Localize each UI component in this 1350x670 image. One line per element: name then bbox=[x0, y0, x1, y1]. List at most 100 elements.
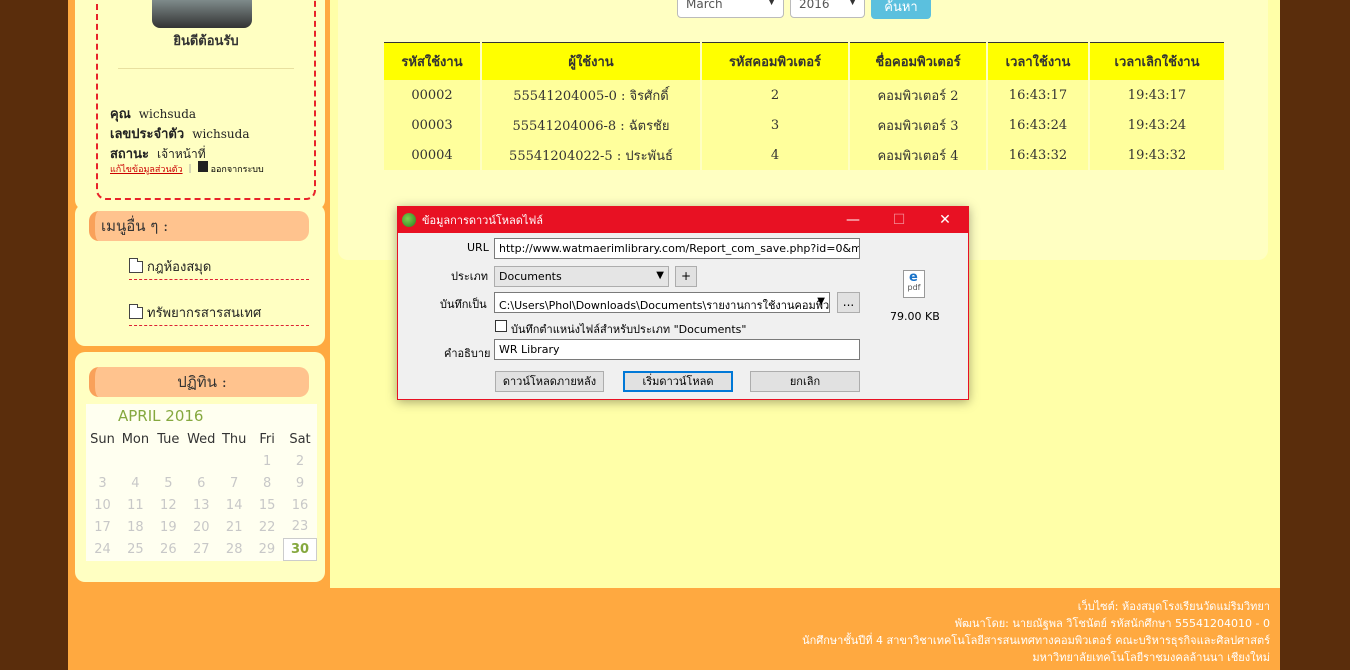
calendar-weekday: Tue bbox=[157, 431, 180, 447]
calendar-day[interactable]: 27 bbox=[185, 538, 218, 560]
search-button[interactable]: ค้นหา bbox=[871, 0, 931, 19]
description-field[interactable]: WR Library bbox=[494, 339, 860, 360]
save-as-label: บันทึกเป็น bbox=[440, 298, 487, 311]
close-button[interactable]: ✕ bbox=[922, 207, 968, 233]
type-select-value: Documents bbox=[499, 270, 562, 283]
url-field[interactable]: http://www.watmaerimlibrary.com/Report_c… bbox=[494, 238, 860, 259]
table-cell: 55541204022-5 : ประพันธ์ bbox=[482, 140, 700, 170]
calendar-day[interactable]: 17 bbox=[86, 516, 119, 538]
table-cell: 16:43:24 bbox=[988, 110, 1088, 140]
footer-line: มหาวิทยาลัยเทคโนโลยีราชมงคลล้านนา เชียงใ… bbox=[1032, 651, 1270, 664]
divider bbox=[118, 68, 294, 69]
dialog-titlebar: ข้อมูลการดาวน์โหลดไฟล์ — ☐ ✕ bbox=[398, 207, 968, 233]
save-path-select[interactable]: C:\Users\Phol\Downloads\Documents\รายงาน… bbox=[494, 292, 830, 313]
calendar-day[interactable]: 7 bbox=[218, 472, 251, 494]
table-cell: 16:43:32 bbox=[988, 140, 1088, 170]
menu-item-label: ทรัพยากรสารสนเทศ bbox=[147, 306, 262, 321]
calendar-day[interactable]: 22 bbox=[251, 516, 284, 538]
calendar-day bbox=[119, 450, 152, 472]
calendar-day[interactable]: 20 bbox=[185, 516, 218, 538]
calendar-day[interactable]: 6 bbox=[185, 472, 218, 494]
filters: March ▼ 2016 ▼ ค้นหา bbox=[677, 0, 931, 19]
calendar-day[interactable]: 2 bbox=[284, 450, 317, 472]
user-panel: ยินดีต้อนรับ คุณ wichsuda เลขประจำตัว wich… bbox=[75, 0, 325, 210]
table-cell: 4 bbox=[702, 140, 848, 170]
table-cell: คอมพิวเตอร์ 4 bbox=[850, 140, 986, 170]
cancel-button[interactable]: ยกเลิก bbox=[750, 371, 860, 392]
type-label: ประเภท bbox=[451, 270, 489, 283]
logout-label: ออกจากระบบ bbox=[210, 165, 264, 175]
calendar-day[interactable]: 24 bbox=[86, 538, 119, 560]
user-id-value: wichsuda bbox=[192, 127, 250, 141]
user-status-value: เจ้าหน้าที่ bbox=[156, 147, 206, 161]
user-links: แก้ไขข้อมูลส่วนตัว | ออกจากระบบ bbox=[110, 161, 264, 176]
minimize-button[interactable]: — bbox=[830, 207, 876, 233]
table-header: ชื่อคอมพิวเตอร์ bbox=[850, 42, 986, 80]
calendar-day[interactable]: 19 bbox=[152, 516, 185, 538]
chevron-down-icon: ▼ bbox=[768, 0, 775, 7]
browse-button[interactable]: ... bbox=[837, 292, 860, 313]
calendar-day[interactable]: 23 bbox=[284, 516, 317, 538]
calendar-day[interactable]: 30 bbox=[283, 537, 317, 561]
logout-link[interactable]: ออกจากระบบ bbox=[197, 161, 264, 176]
calendar-day[interactable]: 14 bbox=[218, 494, 251, 516]
user-card: ยินดีต้อนรับ คุณ wichsuda เลขประจำตัว wich… bbox=[96, 0, 316, 200]
remember-path-checkbox[interactable] bbox=[495, 320, 507, 332]
table-cell: 19:43:24 bbox=[1090, 110, 1224, 140]
calendar-day[interactable]: 3 bbox=[86, 472, 119, 494]
year-select-value: 2016 bbox=[799, 0, 830, 11]
footer-line: เว็บไซต์: ห้องสมุดโรงเรียนวัดแม่ริมวิทยา bbox=[1077, 600, 1270, 613]
calendar-day[interactable]: 29 bbox=[251, 538, 284, 560]
table-cell: คอมพิวเตอร์ 2 bbox=[850, 80, 986, 110]
table-cell: 19:43:17 bbox=[1090, 80, 1224, 110]
calendar-day[interactable]: 10 bbox=[86, 494, 119, 516]
calendar-day[interactable]: 1 bbox=[251, 450, 284, 472]
year-select[interactable]: 2016 ▼ bbox=[790, 0, 865, 18]
calendar-weekday: Thu bbox=[221, 431, 247, 447]
sidebar: ยินดีต้อนรับ คุณ wichsuda เลขประจำตัว wich… bbox=[68, 0, 330, 590]
table-cell: 2 bbox=[702, 80, 848, 110]
pdf-file-icon: pdf bbox=[903, 270, 925, 298]
user-name-label: คุณ bbox=[110, 107, 131, 122]
calendar-day[interactable]: 4 bbox=[119, 472, 152, 494]
calendar-day[interactable]: 16 bbox=[284, 494, 317, 516]
calendar-day[interactable]: 5 bbox=[152, 472, 185, 494]
calendar-day[interactable]: 25 bbox=[119, 538, 152, 560]
calendar-day[interactable]: 21 bbox=[218, 516, 251, 538]
menu-title: เมนูอื่น ๆ : bbox=[89, 211, 309, 241]
download-dialog: ข้อมูลการดาวน์โหลดไฟล์ — ☐ ✕ URL http://… bbox=[397, 206, 969, 400]
calendar-day[interactable]: 26 bbox=[152, 538, 185, 560]
folder-icon bbox=[129, 303, 143, 319]
calendar-weekday: Sat bbox=[289, 431, 311, 447]
calendar-day bbox=[185, 450, 218, 472]
chevron-down-icon: ▼ bbox=[656, 270, 664, 281]
maximize-button[interactable]: ☐ bbox=[876, 207, 922, 233]
start-download-button[interactable]: เริ่มดาวน์โหลด bbox=[623, 371, 733, 392]
calendar-day[interactable]: 18 bbox=[119, 516, 152, 538]
url-label: URL bbox=[467, 241, 489, 254]
calendar-day[interactable]: 28 bbox=[218, 538, 251, 560]
calendar-day[interactable]: 8 bbox=[251, 472, 284, 494]
calendar-day[interactable]: 11 bbox=[119, 494, 152, 516]
chevron-down-icon: ▼ bbox=[849, 0, 856, 7]
table-cell: 55541204006-8 : ฉัตรชัย bbox=[482, 110, 700, 140]
user-id-row: เลขประจำตัว wichsuda bbox=[110, 123, 249, 144]
type-select[interactable]: Documents ▼ bbox=[494, 266, 669, 287]
menu-item-rules[interactable]: กฎห้องสมุด bbox=[129, 254, 309, 280]
month-select[interactable]: March ▼ bbox=[677, 0, 784, 18]
edit-profile-link[interactable]: แก้ไขข้อมูลส่วนตัว bbox=[110, 162, 183, 176]
menu-item-resources[interactable]: ทรัพยากรสารสนเทศ bbox=[129, 300, 309, 326]
calendar-weekday: Sun bbox=[90, 431, 115, 447]
download-later-button[interactable]: ดาวน์โหลดภายหลัง bbox=[495, 371, 604, 392]
add-category-button[interactable]: + bbox=[675, 266, 697, 287]
footer-text: เว็บไซต์: ห้องสมุดโรงเรียนวัดแม่ริมวิทยา… bbox=[802, 598, 1270, 666]
table-row: 00004 55541204022-5 : ประพันธ์ 4 คอมพิวเตอร… bbox=[384, 140, 1224, 170]
user-id-label: เลขประจำตัว bbox=[110, 127, 185, 142]
calendar-month: APRIL 2016 bbox=[118, 407, 204, 425]
calendar-day[interactable]: 13 bbox=[185, 494, 218, 516]
calendar-day[interactable]: 12 bbox=[152, 494, 185, 516]
table-header: เวลาใช้งาน bbox=[988, 42, 1088, 80]
calendar-weekday: Fri bbox=[259, 431, 275, 447]
calendar-day[interactable]: 9 bbox=[284, 472, 317, 494]
calendar-day[interactable]: 15 bbox=[251, 494, 284, 516]
